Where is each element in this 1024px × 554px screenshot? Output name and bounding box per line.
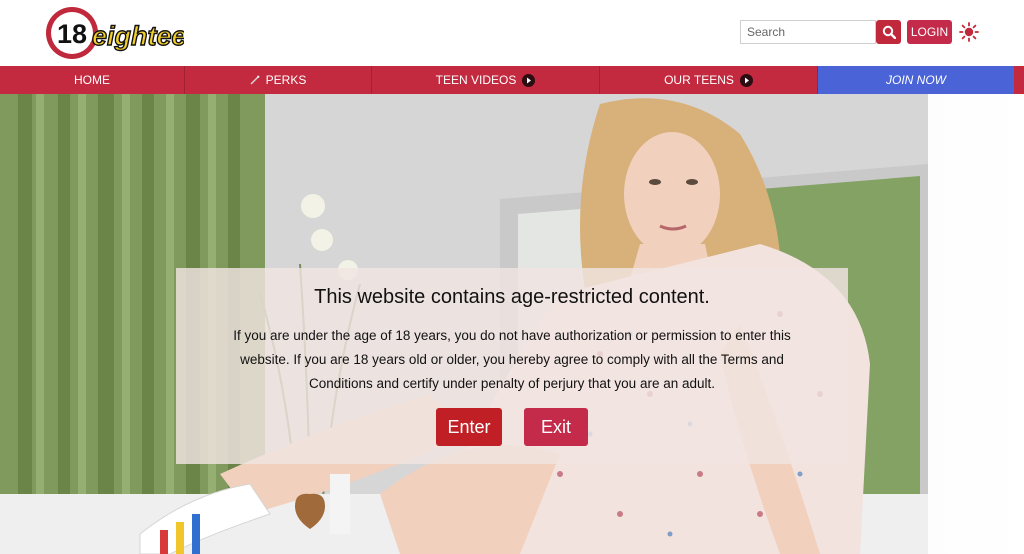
hero-side-fade <box>928 94 1024 554</box>
theme-toggle[interactable] <box>958 20 980 44</box>
chevron-right-icon <box>522 73 536 87</box>
enter-button[interactable]: Enter <box>436 408 502 446</box>
age-gate-dialog: This website contains age-restricted con… <box>176 268 848 464</box>
search-button[interactable] <box>876 20 901 44</box>
nav-perks-label: PERKS <box>265 73 307 87</box>
search-box <box>740 20 876 44</box>
site-logo[interactable]: 18 eighteen <box>44 5 184 61</box>
logo-number: 18 <box>57 19 87 49</box>
search-input[interactable] <box>741 21 875 43</box>
nav-home-label: HOME <box>74 73 110 87</box>
nav-our-teens-label: OUR TEENS <box>664 73 734 87</box>
age-gate-title: This website contains age-restricted con… <box>314 286 710 308</box>
sun-icon <box>959 22 979 42</box>
nav-teen-videos[interactable]: TEEN VIDEOS <box>372 66 600 94</box>
age-gate-message: If you are under the age of 18 years, yo… <box>233 328 791 391</box>
nav-home[interactable]: HOME <box>0 66 185 94</box>
nav-edge-accent <box>1014 66 1024 94</box>
sparkle-icon <box>250 75 260 85</box>
nav-teen-videos-label: TEEN VIDEOS <box>435 73 517 87</box>
nav-perks[interactable]: PERKS <box>185 66 372 94</box>
main-nav: HOME PERKS TEEN VIDEOS OUR TEENS JOIN NO… <box>0 66 1024 94</box>
hero-banner: This website contains age-restricted con… <box>0 94 1024 554</box>
site-header: 18 eighteen LOGIN <box>0 0 1024 66</box>
search-icon <box>882 25 896 39</box>
logo-word: eighteen <box>92 21 184 51</box>
logo-graphic: 18 eighteen <box>46 7 184 59</box>
chevron-right-icon <box>739 73 753 87</box>
nav-join-now-label: JOIN NOW <box>886 73 946 87</box>
login-button[interactable]: LOGIN <box>907 20 952 44</box>
nav-join-now[interactable]: JOIN NOW <box>818 66 1014 94</box>
exit-button[interactable]: Exit <box>524 408 588 446</box>
nav-our-teens[interactable]: OUR TEENS <box>600 66 818 94</box>
